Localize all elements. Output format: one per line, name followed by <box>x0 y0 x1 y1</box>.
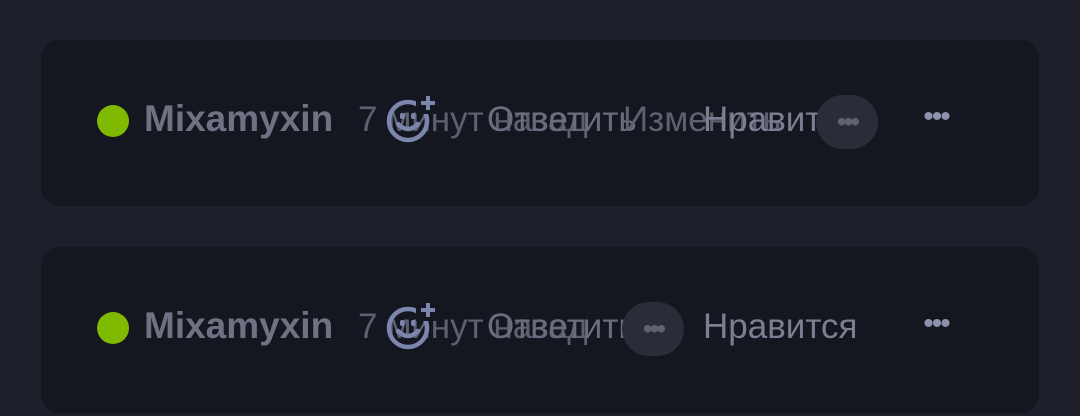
comment-author[interactable]: Mixamyxin <box>144 98 333 140</box>
comment-card: Mixamyxin 7 минут назад Ответить ••• Нра… <box>41 247 1039 413</box>
like-button[interactable]: Нравится <box>703 307 857 347</box>
more-options-icon[interactable]: ••• <box>913 100 959 133</box>
more-options-icon[interactable]: ••• <box>913 307 959 340</box>
reactions-pill[interactable]: ••• <box>816 95 878 149</box>
add-reaction-icon[interactable] <box>386 94 440 144</box>
reply-button[interactable]: Ответить <box>487 307 637 347</box>
online-status-dot <box>97 105 129 137</box>
online-status-dot <box>97 312 129 344</box>
reply-button[interactable]: Ответить <box>487 100 637 140</box>
reactions-pill[interactable]: ••• <box>622 302 684 356</box>
comment-author[interactable]: Mixamyxin <box>144 305 333 347</box>
comment-card: Mixamyxin 7 минут назад Ответить Изменит… <box>41 40 1039 206</box>
add-reaction-icon[interactable] <box>386 301 440 351</box>
